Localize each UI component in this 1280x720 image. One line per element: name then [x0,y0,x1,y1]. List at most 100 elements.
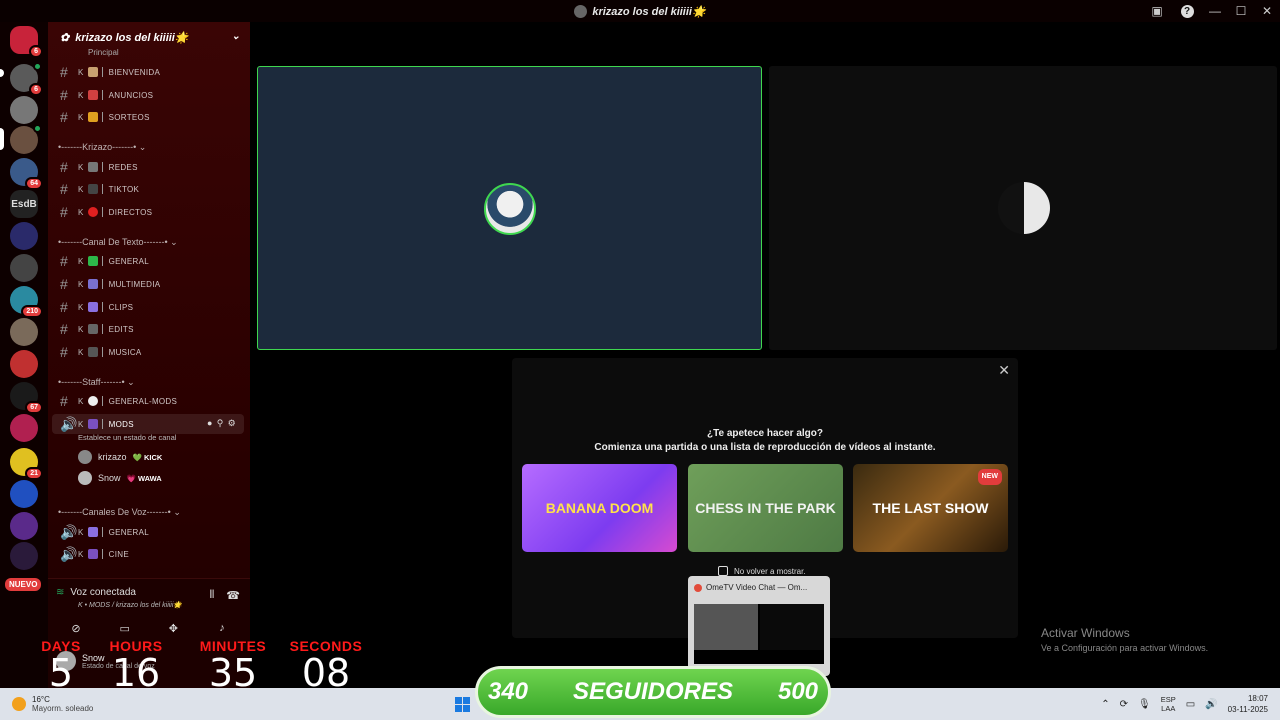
category-staff[interactable]: •-------Staff-------• ⌄ [58,377,135,388]
voice-icon [33,124,42,133]
voice-user-snow[interactable]: Snow 💗 WAWA [78,471,162,485]
category-canal-de-texto[interactable]: •-------Canal De Texto-------• ⌄ [58,237,178,248]
voice-location[interactable]: K • MODS / krizazo los del kiiiii🌟 [78,601,182,609]
server-header[interactable]: ✿ krizazo los del kiiiii🌟 ⌄ [48,22,250,52]
voice-channel-cine[interactable]: 🔊 K CINE [52,544,244,564]
voice-connected-title: ≋ Voz conectada [56,587,136,598]
title-bar: krizazo los del kiiiii🌟 ▣ ? — ☐ ✕ [0,0,1280,22]
help-icon[interactable]: ? [1172,0,1202,22]
server-11[interactable]: 67 [10,382,43,414]
channel-label: REDES [108,162,138,172]
windows-start-icon[interactable] [455,697,470,712]
video-tile-speaking[interactable] [257,66,762,350]
channel-musica[interactable]: # K MUSICA [52,342,244,362]
channel-actions: ● ⚲ ⚙ [207,418,236,429]
hash-icon: # [60,109,69,125]
close-icon[interactable]: ✕ [998,362,1010,379]
server-16[interactable] [10,542,38,570]
language-indicator[interactable]: ESP LAA [1161,695,1176,713]
countdown-minutes: MINUTES 35 [199,638,267,695]
channel-general[interactable]: # K GENERAL [52,251,244,271]
noise-suppression-icon[interactable]: ⫴ [210,589,215,602]
add-user-icon[interactable]: ⚲ [217,418,224,429]
hash-icon: # [60,87,69,103]
link-icon [87,324,98,334]
category-canales-de-voz[interactable]: •-------Canales De Voz-------• ⌄ [58,507,181,518]
user-name: krizazo [98,452,127,462]
followers-current: 340 [487,678,529,705]
user-name: Snow [98,473,121,483]
voice-channel-general[interactable]: 🔊 K GENERAL [52,522,244,542]
channel-multimedia[interactable]: # K MULTIMEDIA [52,274,244,294]
channel-sorteos[interactable]: # K SORTEOS [52,107,244,127]
channel-edits[interactable]: # K EDITS [52,319,244,339]
channel-clips[interactable]: # K CLIPS [52,297,244,317]
home-button[interactable]: 6 [10,26,43,58]
channel-label: EDITS [108,324,134,334]
game-card-banana-doom[interactable]: BANANA DOOM [522,464,677,552]
sync-icon[interactable]: ⟳ [1120,699,1128,710]
checkbox[interactable] [718,566,728,576]
disconnect-icon[interactable]: ☎ [226,589,240,602]
server-6[interactable] [10,222,38,250]
minimize-button[interactable]: — [1202,0,1228,22]
channel-anuncios[interactable]: # K ANUNCIOS [52,85,244,105]
soundboard-button[interactable]: ♪ [202,617,242,639]
weather-widget[interactable]: 16°C Mayorm. soleado [12,695,93,713]
video-tile[interactable] [769,66,1277,350]
channel-directos[interactable]: # K DIRECTOS [52,202,244,222]
chevron-up-icon[interactable]: ⌃ [1101,699,1109,710]
badge-count: 64 [25,177,43,190]
monitor-icon[interactable]: ▭ [1186,699,1195,710]
volume-icon[interactable]: 🔊 [1205,699,1217,710]
people-icon [87,527,98,537]
category-krizazo[interactable]: •-------Krizazo-------• ⌄ [58,142,146,153]
server-15[interactable] [10,512,38,540]
hash-icon: # [60,299,69,315]
server-10[interactable] [10,350,38,378]
channel-status-text[interactable]: Establece un estado de canal [78,433,176,442]
game-card-the-last-show[interactable]: THE LAST SHOW NEW [853,464,1008,552]
server-4[interactable]: 64 [10,158,43,190]
server-14[interactable] [10,480,38,508]
channel-tiktok[interactable]: # K TIKTOK [52,179,244,199]
avatar [998,182,1050,234]
server-13[interactable]: 21 [10,448,43,480]
server-1[interactable]: 6 [10,62,43,96]
activities-button[interactable]: ✥ [153,617,193,639]
screen-share-button[interactable]: ▭ [105,617,145,639]
channel-label: MODS [108,419,134,429]
server-esdb[interactable]: EsdB [10,190,38,218]
microphone-icon[interactable]: 🎙 [1138,699,1151,710]
server-9[interactable] [10,318,38,346]
inbox-icon[interactable]: ▣ [1142,0,1172,22]
taskbar-preview-ometv[interactable]: OmeTV Video Chat — Om... [688,576,830,676]
clock[interactable]: 18:07 03-11-2025 [1228,693,1268,715]
avatar [78,471,92,485]
server-12[interactable] [10,414,38,442]
server-2[interactable] [10,96,38,124]
channel-redes[interactable]: # K REDES [52,157,244,177]
voice-channel-mods[interactable]: 🔊 K MODS ● ⚲ ⚙ [52,414,244,434]
close-button[interactable]: ✕ [1254,0,1280,22]
gear-icon[interactable]: ⚙ [228,418,236,429]
server-7[interactable] [10,254,38,282]
voice-user-krizazo[interactable]: krizazo 💚 KICK [78,450,162,464]
server-3[interactable] [10,124,42,154]
chat-icon[interactable]: ● [207,418,213,429]
maximize-button[interactable]: ☐ [1228,0,1254,22]
channel-general-mods[interactable]: # K GENERAL-MODS [52,391,244,411]
dont-show-checkbox[interactable]: No volver a mostrar. [718,566,806,576]
film-icon [87,549,98,559]
badge-count: 6 [29,83,43,96]
system-tray: ⌃ ⟳ 🎙 ESP LAA ▭ 🔊 18:07 03-11-2025 [1101,688,1280,720]
server-8[interactable]: 210 [10,286,43,318]
channel-label: BIENVENIDA [108,67,161,77]
camera-off-button[interactable]: ⊘ [56,617,96,639]
category-cut: Principal [88,48,119,57]
user-tag: 💚 KICK [132,452,163,462]
channel-label: DIRECTOS [108,207,153,217]
game-card-chess-in-the-park[interactable]: CHESS IN THE PARK [688,464,843,552]
megaphone-icon [87,90,98,100]
channel-bienvenida[interactable]: # K BIENVENIDA [52,62,244,82]
